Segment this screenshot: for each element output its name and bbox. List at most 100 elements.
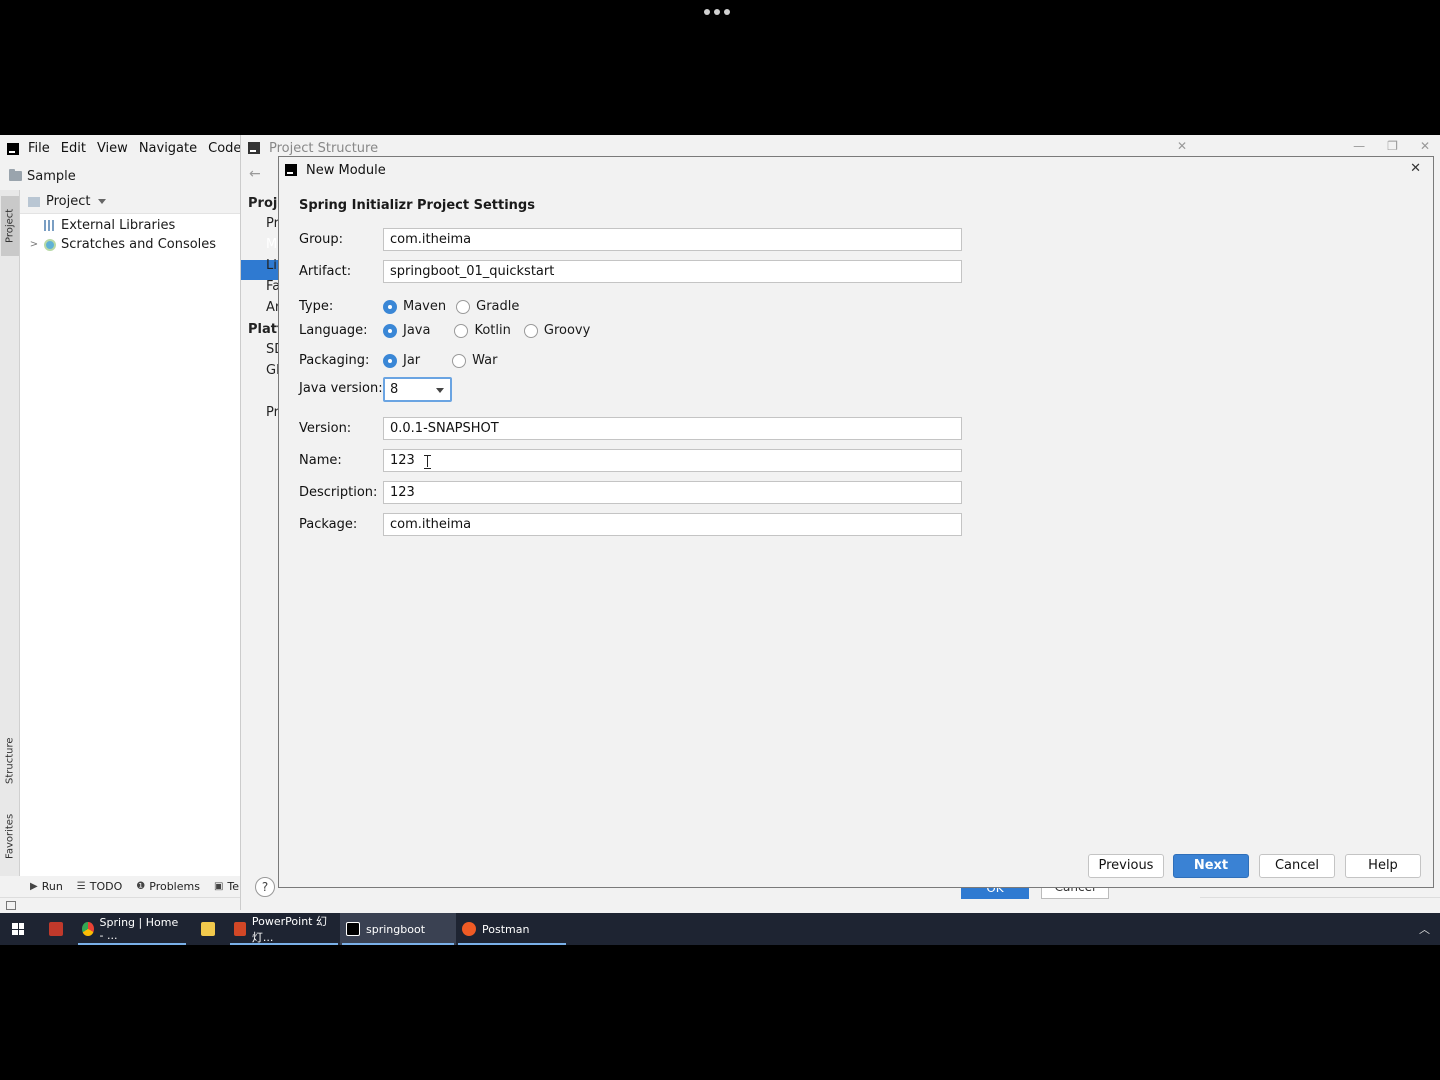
radio-label: Kotlin	[474, 323, 511, 338]
project-structure-title: Project Structure	[269, 140, 379, 156]
menu-edit[interactable]: Edit	[61, 141, 86, 156]
tool-run[interactable]: ▶ Run	[30, 880, 63, 893]
artifact-label: Artifact:	[299, 264, 352, 279]
tool-problems-label: Problems	[149, 879, 200, 893]
radio-label: Jar	[403, 353, 421, 368]
type-label: Type:	[299, 299, 334, 314]
menu-view[interactable]: View	[97, 141, 128, 156]
windows-logo-icon	[12, 923, 24, 935]
start-button[interactable]	[0, 913, 36, 945]
tree-item-external-libraries[interactable]: External Libraries	[20, 216, 240, 235]
package-field[interactable]: com.itheima	[383, 513, 962, 536]
language-radio-groovy[interactable]: Groovy	[523, 323, 590, 338]
language-radio-java[interactable]: Java	[383, 323, 430, 338]
folder-icon	[9, 169, 22, 181]
app-icon	[49, 922, 63, 936]
tool-todo-label: TODO	[89, 879, 123, 893]
list-icon: ☰	[76, 880, 86, 892]
chevron-down-icon[interactable]	[98, 199, 107, 204]
taskbar-app-powerpoint[interactable]: PowerPoint 幻灯...	[228, 913, 340, 945]
radio-indicator	[452, 353, 467, 368]
scratches-icon	[44, 238, 56, 251]
breadcrumb: Sample	[0, 163, 240, 189]
terminal-icon: ▣	[213, 880, 224, 892]
group-field[interactable]: com.itheima	[383, 228, 962, 251]
packaging-label: Packaging:	[299, 353, 370, 368]
left-tool-strip: Project Structure Favorites	[0, 190, 20, 880]
language-radio-kotlin[interactable]: Kotlin	[454, 323, 511, 338]
layout-toggle-icon[interactable]	[6, 901, 16, 910]
artifact-field[interactable]: springboot_01_quickstart	[383, 260, 962, 283]
folder-icon	[201, 922, 215, 936]
intellij-icon	[285, 164, 297, 176]
section-heading: Spring Initializr Project Settings	[299, 198, 535, 213]
tool-tab-project[interactable]: Project	[1, 196, 19, 256]
taskbar-pinned-app[interactable]	[36, 913, 76, 945]
tool-problems[interactable]: ❶ Problems	[136, 880, 200, 893]
new-module-dialog: New Module ✕ Spring Initializr Project S…	[278, 156, 1434, 888]
tool-terminal[interactable]: ▣ Te	[214, 880, 239, 893]
type-radio-gradle[interactable]: Gradle	[456, 299, 519, 314]
close-icon[interactable]: ✕	[1420, 139, 1430, 153]
version-field[interactable]: 0.0.1-SNAPSHOT	[383, 417, 962, 440]
next-button[interactable]: Next	[1173, 854, 1249, 878]
taskbar-file-explorer[interactable]	[188, 913, 228, 945]
radio-label: Java	[403, 323, 431, 338]
java-version-label: Java version:	[299, 381, 383, 396]
radio-indicator	[383, 353, 397, 368]
project-structure-nav: ← Proje Pr M Lib Fa Ar Platf SD Gl Pr	[241, 161, 281, 881]
description-field[interactable]: 123	[383, 481, 962, 504]
tool-tab-favorites[interactable]: Favorites	[1, 806, 19, 866]
menu-file[interactable]: File	[28, 141, 50, 156]
radio-label: War	[472, 353, 498, 368]
radio-indicator	[456, 299, 471, 314]
text-cursor-icon	[424, 455, 432, 469]
new-module-titlebar: New Module	[279, 157, 1433, 183]
chevron-up-icon[interactable]: ︿	[1419, 921, 1430, 937]
intellij-icon	[7, 142, 19, 155]
group-label: Group:	[299, 232, 343, 247]
taskbar-app-label: PowerPoint 幻灯...	[251, 915, 327, 944]
back-arrow-icon[interactable]: ←	[249, 166, 261, 182]
tool-tab-structure[interactable]: Structure	[1, 730, 19, 792]
version-label: Version:	[299, 421, 352, 436]
taskbar-app-label: Spring | Home - ...	[99, 916, 179, 942]
type-radio-maven[interactable]: Maven	[383, 299, 446, 314]
intellij-icon	[346, 922, 360, 936]
packaging-radio-war[interactable]: War	[452, 353, 498, 368]
taskbar-app-label: Postman	[482, 922, 530, 936]
java-version-select[interactable]: 8	[383, 377, 452, 402]
previous-button[interactable]: Previous	[1088, 854, 1164, 878]
powerpoint-icon	[234, 922, 246, 936]
packaging-radio-jar[interactable]: Jar	[383, 353, 420, 368]
project-panel-header[interactable]: Project	[20, 190, 240, 214]
close-icon[interactable]: ✕	[1177, 139, 1187, 153]
chevron-right-icon[interactable]: >	[28, 239, 40, 250]
radio-label: Gradle	[476, 299, 520, 314]
tool-run-label: Run	[41, 879, 63, 893]
tree-item-scratches[interactable]: > Scratches and Consoles	[20, 235, 240, 254]
close-icon[interactable]: ✕	[1410, 161, 1421, 176]
tool-todo[interactable]: ☰ TODO	[77, 880, 122, 893]
name-field[interactable]: 123	[383, 449, 962, 472]
minimize-icon[interactable]: —	[1353, 139, 1365, 153]
library-icon	[44, 220, 56, 231]
window-controls: — ❐ ✕	[1353, 139, 1430, 153]
intellij-icon	[248, 142, 260, 154]
taskbar-app-postman[interactable]: Postman	[456, 913, 568, 945]
taskbar-app-intellij[interactable]: springboot	[340, 913, 456, 945]
window-options-dots[interactable]	[704, 9, 730, 15]
help-icon[interactable]: ?	[255, 877, 275, 897]
menu-code[interactable]: Code	[208, 141, 241, 156]
project-view-icon	[28, 196, 40, 207]
help-button[interactable]: Help	[1345, 854, 1421, 878]
menu-navigate[interactable]: Navigate	[139, 141, 197, 156]
chevron-down-icon	[436, 388, 444, 393]
package-label: Package:	[299, 517, 358, 532]
restore-icon[interactable]: ❐	[1387, 139, 1398, 153]
radio-indicator	[383, 299, 397, 314]
breadcrumb-sample[interactable]: Sample	[27, 169, 76, 184]
taskbar-app-chrome[interactable]: Spring | Home - ...	[76, 913, 188, 945]
name-label: Name:	[299, 453, 342, 468]
cancel-button[interactable]: Cancel	[1259, 854, 1335, 878]
